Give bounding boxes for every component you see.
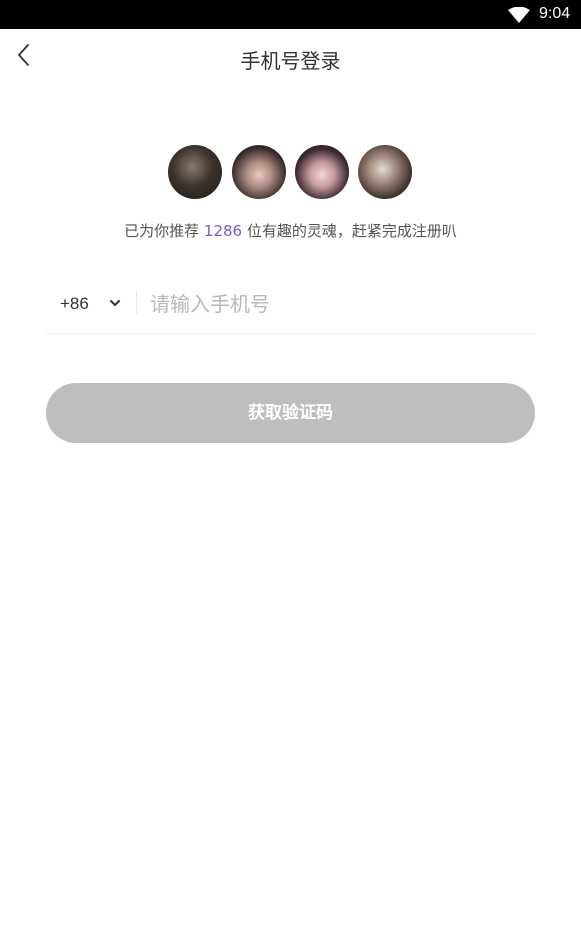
divider: [136, 292, 137, 314]
recommended-avatars: [168, 145, 414, 199]
phone-field-row: +86: [46, 278, 536, 334]
header: 手机号登录: [0, 29, 581, 87]
recommendation-suffix: 位有趣的灵魂，赶紧完成注册叭: [246, 222, 457, 240]
chevron-down-icon[interactable]: [108, 296, 122, 310]
wifi-icon: [508, 7, 530, 23]
recommendation-count: 1286: [203, 222, 243, 240]
page-title: 手机号登录: [240, 49, 341, 73]
status-time: 9:04: [539, 5, 571, 22]
recommendation-prefix: 已为你推荐: [124, 222, 200, 240]
recommendation-text: 已为你推荐 1286 位有趣的灵魂，赶紧完成注册叭: [0, 220, 581, 241]
country-code-selector[interactable]: +86: [60, 294, 89, 314]
avatar: [358, 145, 412, 199]
phone-number-input[interactable]: [150, 288, 520, 320]
status-bar: 9:04: [0, 0, 581, 29]
avatar: [295, 145, 349, 199]
get-verification-code-button[interactable]: 获取验证码: [46, 383, 535, 443]
avatar: [232, 145, 286, 199]
avatar: [168, 145, 222, 199]
